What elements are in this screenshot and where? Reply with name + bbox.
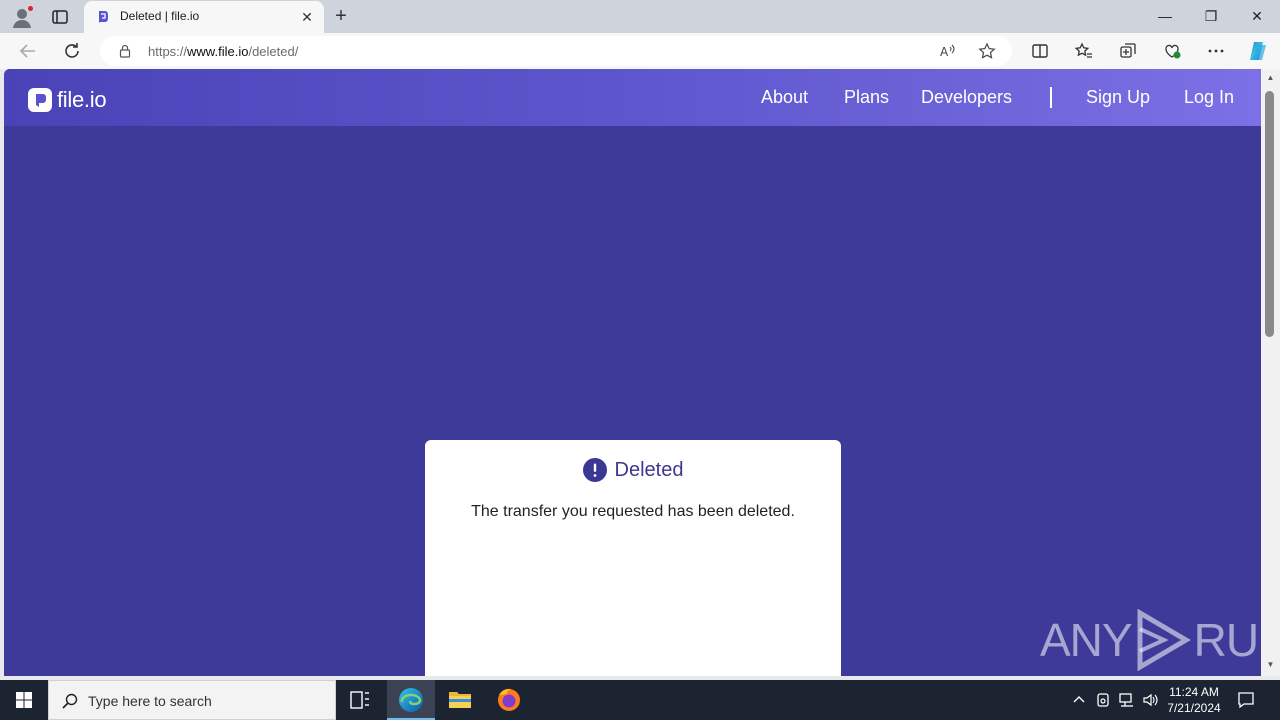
favorite-star-icon[interactable] — [978, 42, 996, 60]
device-icon[interactable] — [1094, 691, 1112, 709]
firefox-icon — [498, 688, 520, 711]
collections-icon[interactable] — [1118, 41, 1138, 61]
site-header: file.io About Plans Developers Sign Up L… — [4, 69, 1261, 126]
system-clock[interactable]: 11:24 AM 7/21/2024 — [1164, 684, 1224, 716]
new-tab-button[interactable]: + — [330, 5, 352, 27]
search-placeholder: Type here to search — [88, 693, 212, 709]
refresh-icon[interactable] — [60, 39, 84, 63]
windows-taskbar: Type here to search 11:24 AM 7/21/2024 — [0, 680, 1280, 720]
show-hidden-icons-chevron-icon[interactable] — [1070, 691, 1088, 709]
folder-icon — [449, 692, 471, 708]
close-tab-icon[interactable]: ✕ — [298, 8, 316, 26]
clock-time: 11:24 AM — [1169, 685, 1219, 699]
start-button[interactable] — [0, 680, 48, 720]
url-path: /deleted/ — [248, 44, 299, 59]
page-scrollbar[interactable]: ▲ ▼ — [1261, 69, 1280, 676]
close-window-button[interactable]: ✕ — [1234, 0, 1280, 32]
tab-title: Deleted | file.io — [120, 9, 200, 23]
restore-button[interactable]: ❐ — [1188, 0, 1234, 32]
fileio-favicon-icon — [99, 11, 108, 23]
url-domain: www.file.io — [187, 44, 249, 59]
nav-divider — [1050, 87, 1052, 108]
scrollbar-thumb[interactable] — [1265, 91, 1274, 337]
task-view-button[interactable] — [336, 680, 384, 720]
address-bar[interactable]: https://www.file.io/deleted/ A — [100, 36, 1012, 66]
clock-date: 7/21/2024 — [1167, 701, 1221, 715]
browser-tab-bar: Deleted | file.io ✕ + — ❐ ✕ — [0, 0, 1280, 33]
taskbar-firefox-button[interactable] — [485, 680, 533, 720]
page-viewport: file.io About Plans Developers Sign Up L… — [4, 69, 1261, 676]
volume-icon[interactable] — [1142, 691, 1160, 709]
scroll-down-arrow-icon[interactable]: ▼ — [1261, 660, 1280, 672]
exclamation-circle-icon — [582, 458, 607, 482]
svg-text:A: A — [940, 45, 949, 59]
taskbar-search-box[interactable]: Type here to search — [48, 680, 336, 720]
copilot-icon[interactable] — [1246, 39, 1270, 63]
browser-toolbar: https://www.file.io/deleted/ A — [0, 33, 1280, 69]
card-header: Deleted — [425, 456, 841, 484]
browser-essentials-icon[interactable] — [1162, 41, 1182, 61]
notification-center-icon[interactable] — [1236, 690, 1256, 710]
scroll-up-arrow-icon[interactable]: ▲ — [1261, 73, 1280, 85]
tab-actions-icon[interactable] — [50, 7, 70, 27]
deleted-message-card: Deleted The transfer you requested has b… — [425, 440, 841, 676]
logo-text: file.io — [57, 87, 107, 112]
read-aloud-icon[interactable]: A — [938, 42, 956, 60]
task-view-icon — [350, 691, 369, 709]
nav-about-link[interactable]: About — [761, 87, 808, 108]
watermark-right-text: RUN — [1193, 614, 1261, 666]
network-icon[interactable] — [1118, 691, 1136, 709]
nav-signup-link[interactable]: Sign Up — [1086, 87, 1150, 108]
favorites-icon[interactable] — [1074, 41, 1094, 61]
watermark-left-text: ANY — [1040, 614, 1133, 666]
taskbar-edge-button[interactable] — [387, 680, 435, 720]
fileio-logo-icon — [28, 88, 52, 112]
profile-avatar-icon[interactable] — [10, 5, 34, 29]
url-scheme: https:// — [148, 44, 188, 59]
nav-plans-link[interactable]: Plans — [844, 87, 889, 108]
card-title: Deleted — [614, 458, 684, 481]
site-logo[interactable]: file.io — [28, 87, 107, 113]
card-message: The transfer you requested has been dele… — [471, 503, 795, 520]
search-icon — [62, 693, 78, 709]
browser-tab-active[interactable]: Deleted | file.io ✕ — [84, 1, 324, 33]
more-options-icon[interactable] — [1206, 41, 1226, 61]
edge-browser-icon — [399, 688, 423, 712]
lock-icon[interactable] — [118, 44, 132, 58]
play-triangle-icon — [1137, 609, 1191, 671]
nav-developers-link[interactable]: Developers — [921, 87, 1012, 108]
anyrun-watermark: ANY RUN — [1040, 607, 1261, 673]
back-arrow-icon[interactable] — [16, 39, 40, 63]
windows-logo-icon — [16, 692, 32, 708]
url-text[interactable]: https://www.file.io/deleted/ — [148, 44, 298, 59]
taskbar-file-explorer-button[interactable] — [436, 680, 484, 720]
split-screen-icon[interactable] — [1030, 41, 1050, 61]
nav-login-link[interactable]: Log In — [1184, 87, 1234, 108]
notification-dot — [27, 5, 34, 12]
minimize-button[interactable]: — — [1142, 0, 1188, 32]
